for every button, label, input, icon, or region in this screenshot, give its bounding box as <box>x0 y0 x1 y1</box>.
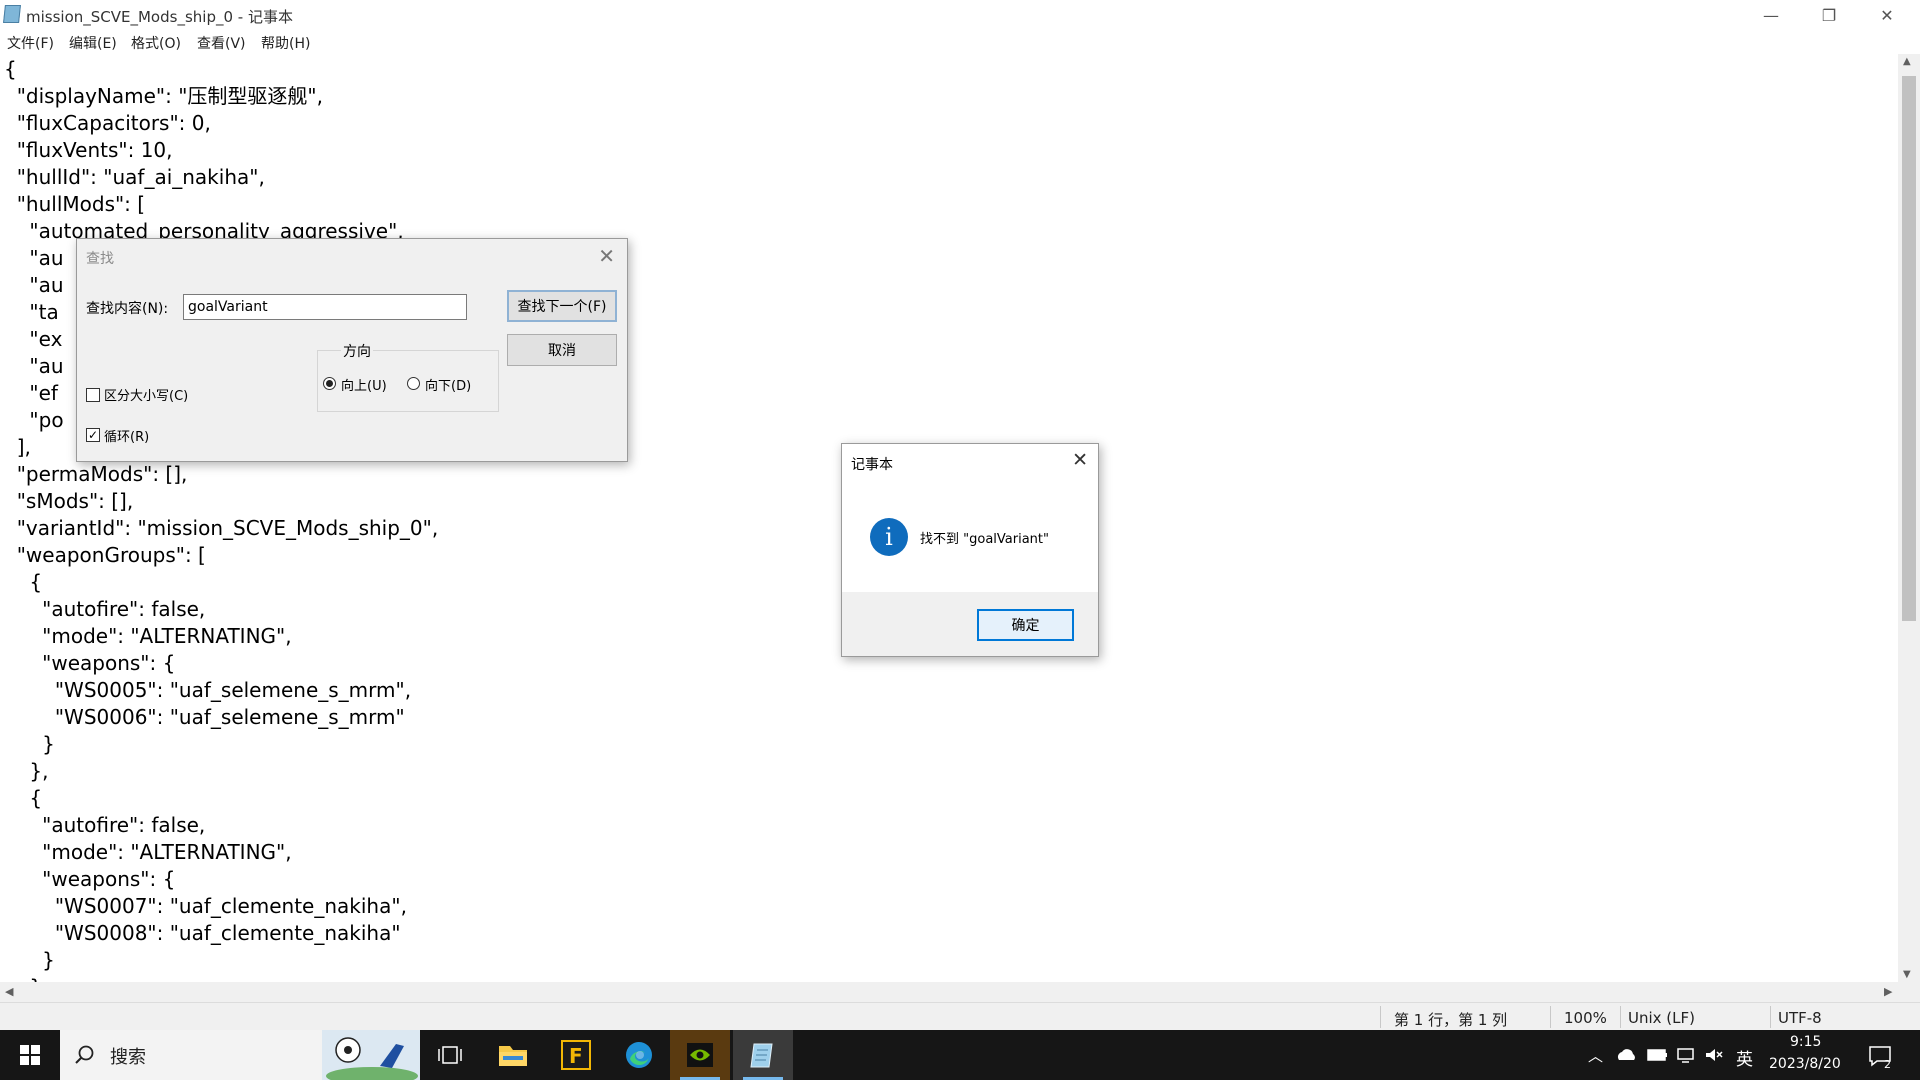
menu-view[interactable]: 查看(V) <box>197 33 246 53</box>
cancel-button[interactable]: 取消 <box>507 334 617 366</box>
match-case-label[interactable]: 区分大小写(C) <box>104 385 188 404</box>
zoom-level: 100% <box>1564 1009 1607 1027</box>
clock-date[interactable]: 2023/8/20 <box>1769 1056 1841 1072</box>
taskbar-edge[interactable] <box>609 1030 669 1080</box>
status-divider <box>1620 1006 1621 1028</box>
search-placeholder: 搜索 <box>110 1047 146 1068</box>
battery-icon[interactable] <box>1647 1047 1669 1063</box>
direction-down-label[interactable]: 向下(D) <box>425 375 471 394</box>
wrap-label[interactable]: 循环(R) <box>104 426 149 445</box>
message-dialog: 记事本 ✕ i 找不到 "goalVariant" 确定 <box>841 443 1099 657</box>
ok-button[interactable]: 确定 <box>977 609 1074 641</box>
editor-text: { "displayName": "压制型驱逐舰", "fluxCapacito… <box>4 57 439 982</box>
direction-up-label[interactable]: 向上(U) <box>341 375 387 394</box>
find-next-button[interactable]: 查找下一个(F) <box>507 290 617 322</box>
notepad-app-icon <box>750 1043 773 1068</box>
f-app-icon: F <box>561 1040 591 1070</box>
taskbar-file-explorer[interactable] <box>483 1030 543 1080</box>
windows-logo-icon <box>20 1045 40 1065</box>
taskbar-nvidia[interactable] <box>670 1030 730 1080</box>
notification-count: 2 <box>1884 1058 1891 1071</box>
status-divider <box>1380 1006 1381 1028</box>
taskbar-search-box[interactable]: 搜索 <box>60 1030 420 1080</box>
find-dialog: 查找 ✕ 查找内容(N): 查找下一个(F) 取消 方向 向上(U) 向下(D)… <box>76 238 628 462</box>
notepad-icon <box>3 5 21 23</box>
wrap-checkbox[interactable]: ✓ <box>86 428 100 442</box>
direction-down-radio[interactable] <box>407 377 420 390</box>
match-case-checkbox[interactable] <box>86 388 100 402</box>
ime-indicator[interactable]: 英 <box>1736 1045 1753 1070</box>
search-icon <box>75 1045 94 1064</box>
message-dialog-title: 记事本 <box>851 457 893 473</box>
edge-icon <box>626 1042 652 1068</box>
direction-label: 方向 <box>341 341 373 361</box>
nvidia-icon <box>687 1043 713 1067</box>
menu-bar: 文件(F) 编辑(E) 格式(O) 查看(V) 帮助(H) <box>0 30 1920 54</box>
find-label: 查找内容(N): <box>86 301 169 317</box>
close-icon[interactable]: ✕ <box>1072 449 1088 471</box>
minimize-button[interactable]: — <box>1742 0 1800 30</box>
menu-help[interactable]: 帮助(H) <box>261 33 310 53</box>
scroll-thumb[interactable] <box>1902 76 1916 621</box>
menu-file[interactable]: 文件(F) <box>7 33 54 53</box>
scroll-left-icon[interactable]: ◀ <box>5 985 13 998</box>
status-divider <box>1770 1006 1771 1028</box>
status-divider <box>1550 1006 1551 1028</box>
onedrive-icon[interactable] <box>1616 1046 1638 1064</box>
task-view-button[interactable] <box>420 1030 480 1080</box>
find-dialog-title: 查找 <box>86 251 114 267</box>
line-ending: Unix (LF) <box>1628 1009 1695 1027</box>
scroll-right-icon[interactable]: ▶ <box>1884 985 1892 998</box>
taskbar-f-app[interactable]: F <box>546 1030 606 1080</box>
svg-text:F: F <box>569 1044 583 1068</box>
start-button[interactable] <box>0 1030 60 1080</box>
window-title: mission_SCVE_Mods_ship_0 - 记事本 <box>26 8 293 26</box>
scroll-corner <box>1898 982 1920 1002</box>
menu-format[interactable]: 格式(O) <box>131 33 181 53</box>
network-icon[interactable] <box>1676 1046 1696 1064</box>
status-bar: 第 1 行，第 1 列 100% Unix (LF) UTF-8 <box>0 1002 1920 1031</box>
scroll-down-icon[interactable]: ▼ <box>1903 969 1911 980</box>
maximize-button[interactable]: ❐ <box>1800 0 1858 30</box>
encoding: UTF-8 <box>1778 1009 1822 1027</box>
chevron-up-icon[interactable]: ︿ <box>1588 1045 1603 1066</box>
info-icon: i <box>870 518 908 556</box>
scroll-up-icon[interactable]: ▲ <box>1903 56 1911 67</box>
taskbar: 搜索 F ︿ 英 9:15 2023/8/20 2 <box>0 1030 1920 1080</box>
find-input[interactable] <box>183 294 467 320</box>
close-icon[interactable]: ✕ <box>598 244 615 268</box>
message-text: 找不到 "goalVariant" <box>920 532 1049 547</box>
task-view-icon <box>438 1046 462 1064</box>
horizontal-scrollbar[interactable]: ◀ ▶ <box>0 982 1898 1002</box>
clock-time[interactable]: 9:15 <box>1790 1034 1821 1050</box>
direction-up-radio[interactable] <box>323 377 336 390</box>
title-bar: mission_SCVE_Mods_ship_0 - 记事本 — ❐ ✕ <box>0 0 1920 30</box>
vertical-scrollbar[interactable]: ▲ ▼ <box>1898 54 1920 982</box>
close-window-button[interactable]: ✕ <box>1858 0 1916 30</box>
menu-edit[interactable]: 编辑(E) <box>69 33 117 53</box>
taskbar-notepad[interactable] <box>733 1030 793 1080</box>
volume-muted-icon[interactable] <box>1704 1046 1724 1064</box>
message-dialog-footer: 确定 <box>842 592 1098 656</box>
search-highlight-icon <box>322 1030 420 1080</box>
cursor-position: 第 1 行，第 1 列 <box>1394 1011 1508 1029</box>
folder-icon <box>499 1046 527 1066</box>
